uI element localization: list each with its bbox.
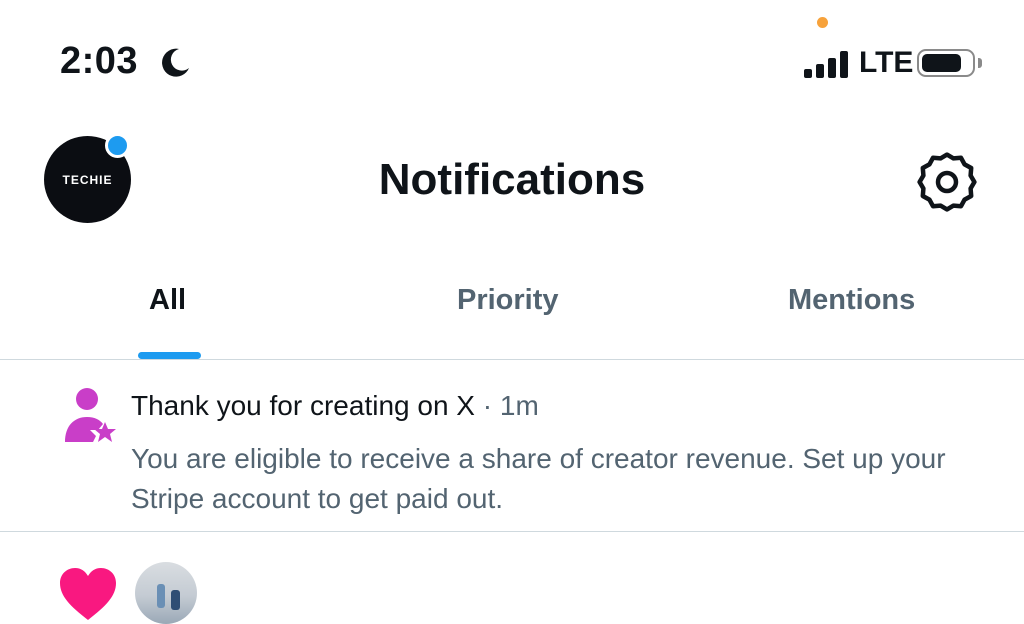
tab-mentions[interactable]: Mentions xyxy=(788,284,915,317)
status-time: 2:03 xyxy=(60,40,139,82)
tab-priority[interactable]: Priority xyxy=(457,284,559,317)
notification-title-line[interactable]: Thank you for creating on X · 1m xyxy=(131,390,539,422)
battery-tip xyxy=(978,58,982,68)
notification-time: 1m xyxy=(499,390,539,421)
tabs-divider xyxy=(0,359,1024,360)
person-star-icon xyxy=(65,388,116,442)
page-title: Notifications xyxy=(378,155,646,204)
tab-all[interactable]: All xyxy=(149,284,186,317)
signal-icon xyxy=(804,48,852,78)
network-type: LTE xyxy=(859,46,914,79)
notification-title: Thank you for creating on X xyxy=(131,390,475,421)
privacy-indicator-dot xyxy=(817,17,828,28)
battery-icon xyxy=(917,49,975,77)
notification-divider xyxy=(0,531,1024,532)
moon-icon xyxy=(162,48,189,77)
gear-icon[interactable] xyxy=(917,152,977,212)
notification-body[interactable]: You are eligible to receive a share of c… xyxy=(131,439,981,519)
avatar-photo-figure xyxy=(157,584,165,608)
separator-dot: · xyxy=(482,390,493,421)
heart-icon xyxy=(60,568,116,620)
active-tab-indicator xyxy=(138,352,201,359)
avatar[interactable] xyxy=(135,562,197,624)
avatar-photo-figure xyxy=(171,590,180,610)
